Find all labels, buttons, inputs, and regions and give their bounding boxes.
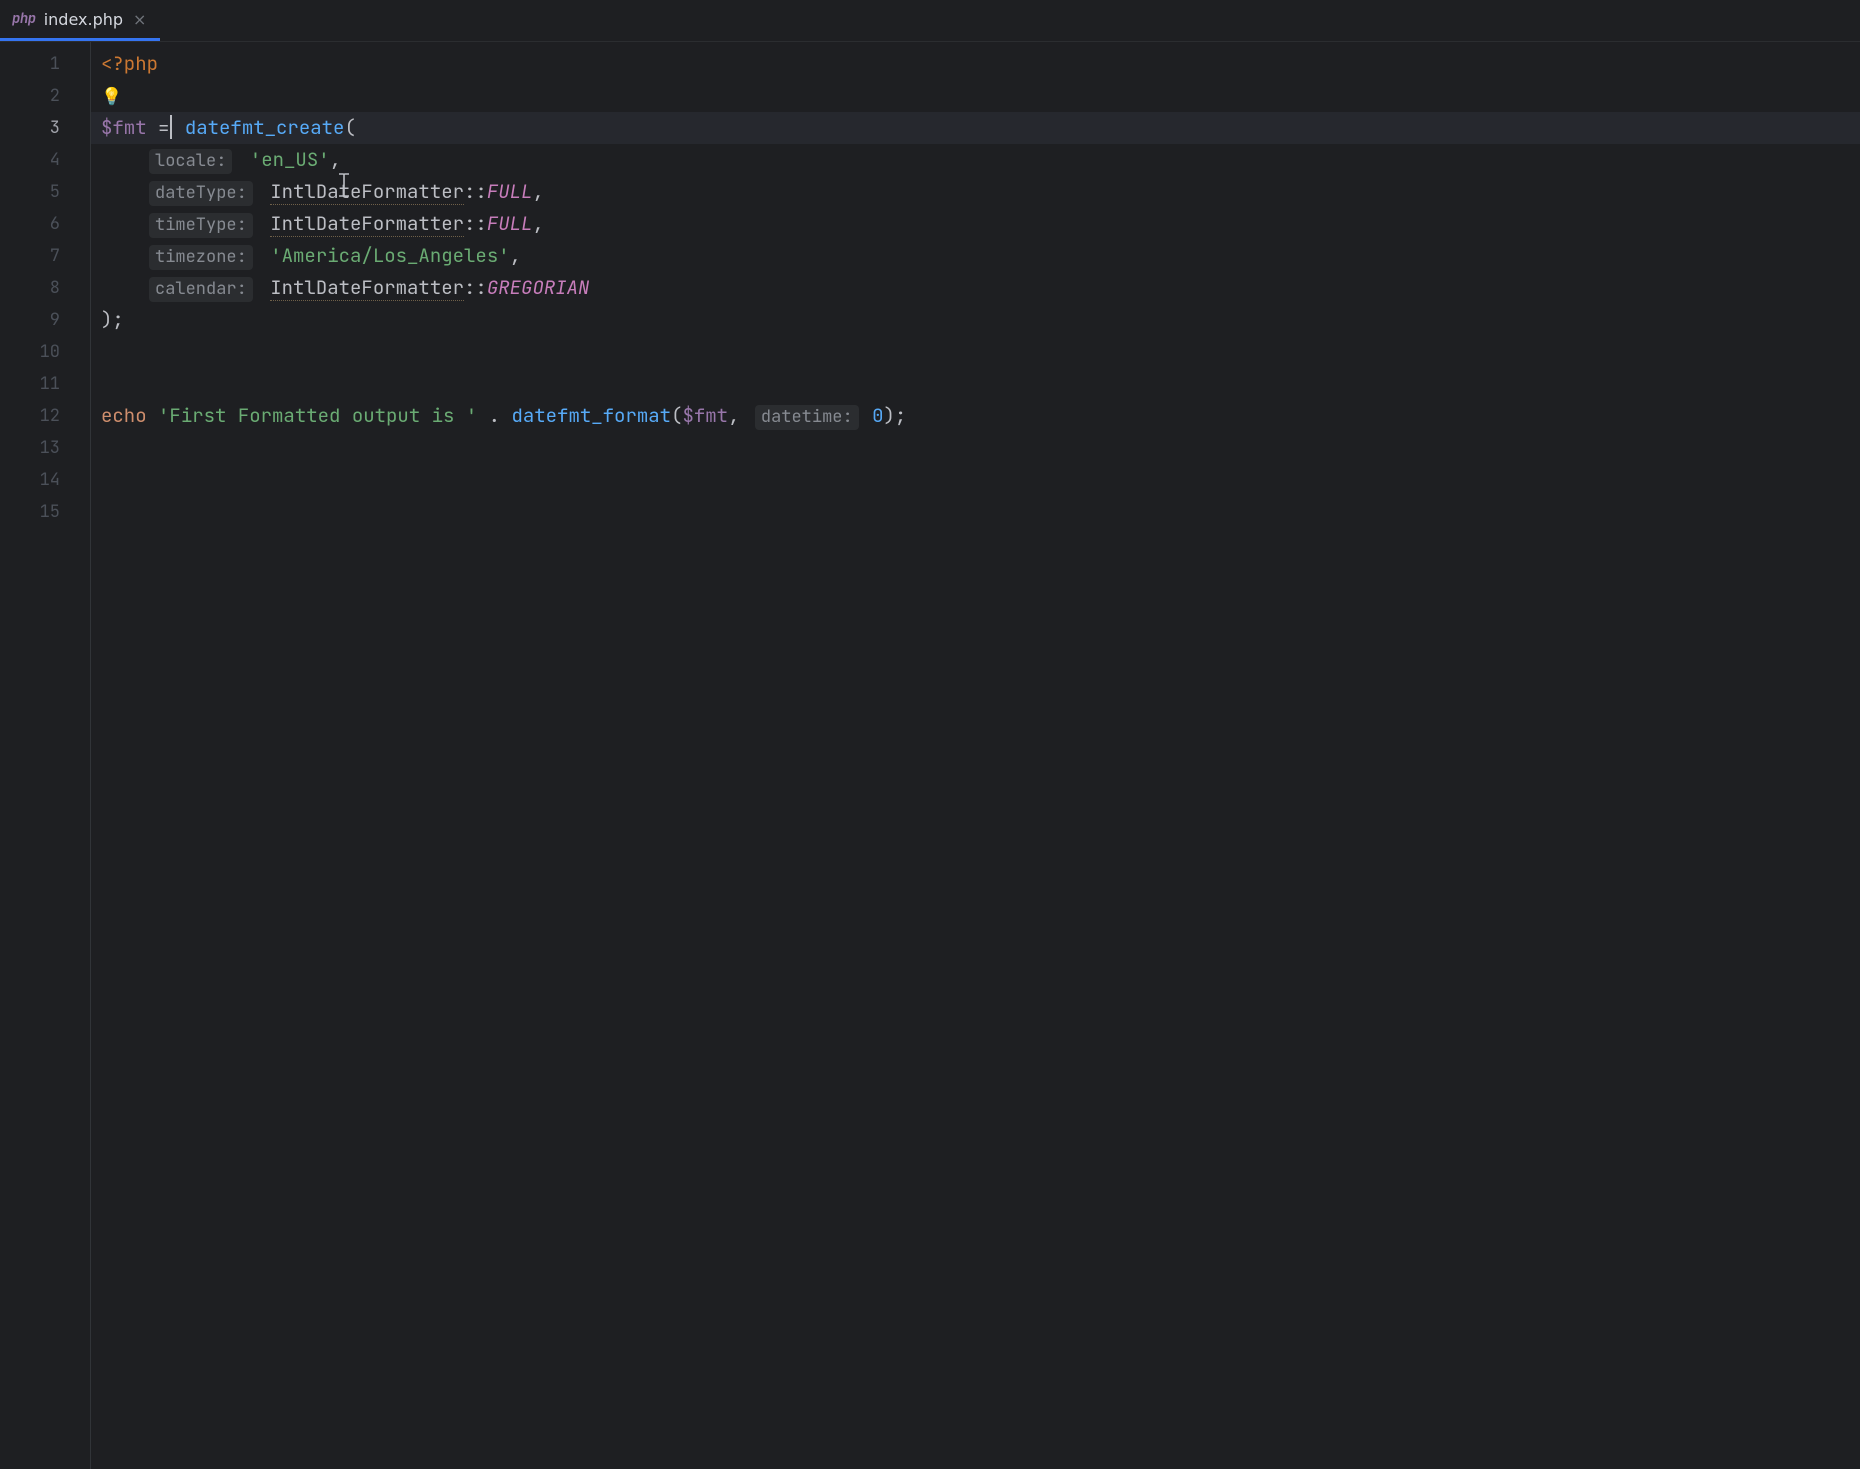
keyword: echo (101, 403, 147, 428)
text (238, 147, 249, 172)
lightbulb-icon[interactable]: 💡 (101, 81, 122, 113)
code-line[interactable] (91, 368, 1860, 400)
punct: , (510, 243, 521, 268)
punct: ( (344, 115, 355, 140)
php-open-tag: <?php (101, 51, 158, 76)
code-area[interactable]: <?php 💡 $fmt = datefmt_create( locale: '… (90, 42, 1860, 1469)
code-line[interactable]: echo 'First Formatted output is ' . date… (91, 400, 1860, 432)
line-number: 5 (0, 176, 90, 208)
line-number: 9 (0, 304, 90, 336)
code-line[interactable]: calendar: IntlDateFormatter::GREGORIAN (91, 272, 1860, 304)
variable: $fmt (682, 403, 728, 428)
text (500, 403, 511, 428)
inlay-hint: dateType: (149, 181, 253, 206)
text (259, 179, 270, 204)
punct: :: (464, 275, 487, 300)
text (259, 243, 270, 268)
constant: FULL (487, 211, 533, 236)
code-line[interactable]: timezone: 'America/Los_Angeles', (91, 240, 1860, 272)
code-line[interactable] (91, 464, 1860, 496)
punct: :: (464, 211, 487, 236)
line-number: 15 (0, 496, 90, 528)
tab-title: index.php (44, 10, 123, 29)
text (173, 115, 184, 140)
line-number: 2 (0, 80, 90, 112)
punct: , (330, 147, 341, 172)
code-line[interactable]: locale: 'en_US', (91, 144, 1860, 176)
text (739, 403, 750, 428)
tab-index-php[interactable]: php index.php × (0, 0, 160, 41)
class-ref: IntlDateFormatter (270, 275, 464, 301)
line-number: 4 (0, 144, 90, 176)
inlay-hint: timeType: (149, 213, 253, 238)
line-number: 1 (0, 48, 90, 80)
line-number: 13 (0, 432, 90, 464)
line-number: 10 (0, 336, 90, 368)
variable: $fmt (101, 115, 147, 140)
code-line[interactable] (91, 496, 1860, 528)
editor-window: php index.php × 1 2 3 4 5 6 7 8 9 10 11 … (0, 0, 1860, 1469)
class-ref: IntlDateFormatter (270, 211, 464, 237)
function-call: datefmt_format (511, 403, 671, 428)
line-number: 7 (0, 240, 90, 272)
text (259, 211, 270, 236)
punct: , (532, 179, 543, 204)
class-ref: IntlDateFormatter (270, 179, 464, 205)
line-number: 3 (0, 112, 90, 144)
string: 'en_US' (250, 147, 330, 172)
function-call: datefmt_create (185, 115, 345, 140)
inlay-hint: timezone: (149, 245, 253, 270)
text-caret (170, 115, 172, 139)
inlay-hint: datetime: (755, 405, 859, 430)
tab-bar: php index.php × (0, 0, 1860, 42)
line-number: 12 (0, 400, 90, 432)
punct: :: (464, 179, 487, 204)
string: 'First Formatted output is ' (158, 403, 477, 428)
punct: ( (671, 403, 682, 428)
constant: GREGORIAN (487, 275, 590, 300)
code-line[interactable]: $fmt = datefmt_create( (91, 112, 1860, 144)
line-number: 14 (0, 464, 90, 496)
string: 'America/Los_Angeles' (270, 243, 509, 268)
punct: ) (884, 403, 895, 428)
line-number: 8 (0, 272, 90, 304)
code-line[interactable] (91, 432, 1860, 464)
text (259, 275, 270, 300)
editor-area[interactable]: 1 2 3 4 5 6 7 8 9 10 11 12 13 14 15 <?ph… (0, 42, 1860, 1469)
operator: = (158, 115, 169, 140)
punct: , (728, 403, 739, 428)
inlay-hint: locale: (149, 149, 232, 174)
text (477, 403, 488, 428)
close-icon[interactable]: × (131, 10, 148, 29)
line-number: 6 (0, 208, 90, 240)
number: 0 (872, 403, 883, 428)
text (147, 115, 158, 140)
code-line[interactable]: ); (91, 304, 1860, 336)
line-number: 11 (0, 368, 90, 400)
line-number-gutter: 1 2 3 4 5 6 7 8 9 10 11 12 13 14 15 (0, 42, 90, 1469)
inlay-hint: calendar: (149, 277, 253, 302)
code-line[interactable] (91, 336, 1860, 368)
operator: . (489, 403, 500, 428)
code-line[interactable]: 💡 (91, 80, 1860, 112)
text (147, 403, 158, 428)
constant: FULL (487, 179, 533, 204)
punct: ); (101, 307, 124, 332)
text (861, 403, 872, 428)
code-line[interactable]: dateType: IntlDateFormatter::FULL, (91, 176, 1860, 208)
punct: , (532, 211, 543, 236)
code-line[interactable]: timeType: IntlDateFormatter::FULL, (91, 208, 1860, 240)
php-file-icon: php (12, 10, 36, 28)
code-line[interactable]: <?php (91, 48, 1860, 80)
punct: ; (895, 403, 906, 428)
